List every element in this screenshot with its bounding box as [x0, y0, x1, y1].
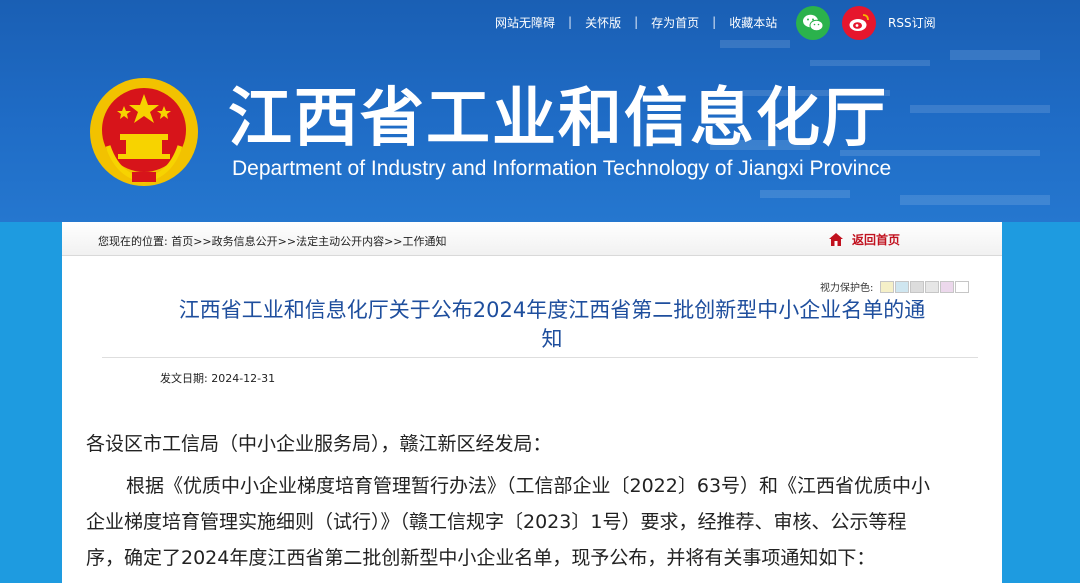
breadcrumb-sep: >>	[384, 235, 403, 248]
breadcrumb: 您现在的位置: 首页>>政务信息公开>>法定主动公开内容>>工作通知	[98, 233, 447, 249]
title-divider	[102, 357, 978, 358]
breadcrumb-bar: 您现在的位置: 首页>>政务信息公开>>法定主动公开内容>>工作通知 返回首页	[62, 222, 1002, 256]
top-nav: 网站无障碍 | 关怀版 | 存为首页 | 收藏本站	[495, 10, 777, 34]
article-title-line1: 江西省工业和信息化厅关于公布2024年度江西省第二批创新型中小企业名单的通	[178, 298, 926, 322]
vision-label: 视力保护色:	[820, 283, 874, 294]
color-swatch-gray[interactable]	[910, 280, 925, 293]
publish-date: 发文日期: 2024-12-31	[160, 372, 276, 385]
care-version-link[interactable]: 关怀版	[585, 14, 621, 31]
paragraph-line: 根据《优质中小企业梯度培育管理暂行办法》（工信部企业〔2022〕63号）和《江西…	[126, 475, 931, 497]
weibo-icon[interactable]	[842, 6, 876, 40]
site-title: 江西省工业和信息化厅	[228, 82, 888, 156]
color-swatch-lightgray[interactable]	[925, 280, 940, 293]
breadcrumb-sep: >>	[193, 235, 212, 248]
breadcrumb-sep: >>	[277, 235, 297, 248]
color-swatch-white[interactable]	[955, 280, 970, 293]
color-swatch-purple[interactable]	[940, 280, 955, 293]
breadcrumb-work-notice[interactable]: 工作通知	[403, 235, 447, 248]
breadcrumb-prefix: 您现在的位置:	[98, 235, 168, 248]
accessibility-link[interactable]: 网站无障碍	[495, 14, 555, 31]
national-emblem-logo	[88, 76, 200, 188]
vision-protection-colors: 视力保护色:	[820, 279, 970, 294]
content-panel: 您现在的位置: 首页>>政务信息公开>>法定主动公开内容>>工作通知 返回首页 …	[62, 222, 1002, 583]
bookmark-link[interactable]: 收藏本站	[729, 14, 777, 31]
site-header: 网站无障碍 | 关怀版 | 存为首页 | 收藏本站 RSS订阅 江西省工业和信息…	[0, 0, 1080, 222]
breadcrumb-gov-info[interactable]: 政务信息公开	[212, 235, 278, 248]
color-swatch-blue[interactable]	[895, 280, 910, 293]
article-title: 江西省工业和信息化厅关于公布2024年度江西省第二批创新型中小企业名单的通 知	[102, 296, 1002, 354]
nav-separator: |	[568, 15, 573, 29]
paragraph-line: 序，确定了2024年度江西省第二批创新型中小企业名单，现予公布，并将有关事项通知…	[86, 547, 876, 569]
article-body: 各设区市工信局（中小企业服务局），赣江新区经发局： 根据《优质中小企业梯度培育管…	[86, 426, 986, 576]
nav-separator: |	[634, 15, 639, 29]
rss-link[interactable]: RSS订阅	[888, 14, 936, 31]
set-homepage-link[interactable]: 存为首页	[651, 14, 699, 31]
article-title-line2: 知	[541, 327, 563, 351]
site-title-english: Department of Industry and Information T…	[232, 157, 892, 180]
return-home-label: 返回首页	[852, 233, 901, 247]
breadcrumb-home[interactable]: 首页	[171, 235, 193, 248]
breadcrumb-legal-disclosure[interactable]: 法定主动公开内容	[296, 235, 384, 248]
color-swatch-yellow[interactable]	[880, 280, 895, 293]
paragraph-line: 企业梯度培育管理实施细则（试行）》（赣工信规字〔2023〕1号）要求，经推荐、审…	[86, 511, 907, 533]
home-icon	[829, 233, 843, 246]
nav-separator: |	[712, 15, 717, 29]
wechat-icon[interactable]	[796, 6, 830, 40]
return-home-button[interactable]: 返回首页	[828, 231, 900, 248]
salutation: 各设区市工信局（中小企业服务局），赣江新区经发局：	[86, 433, 552, 455]
